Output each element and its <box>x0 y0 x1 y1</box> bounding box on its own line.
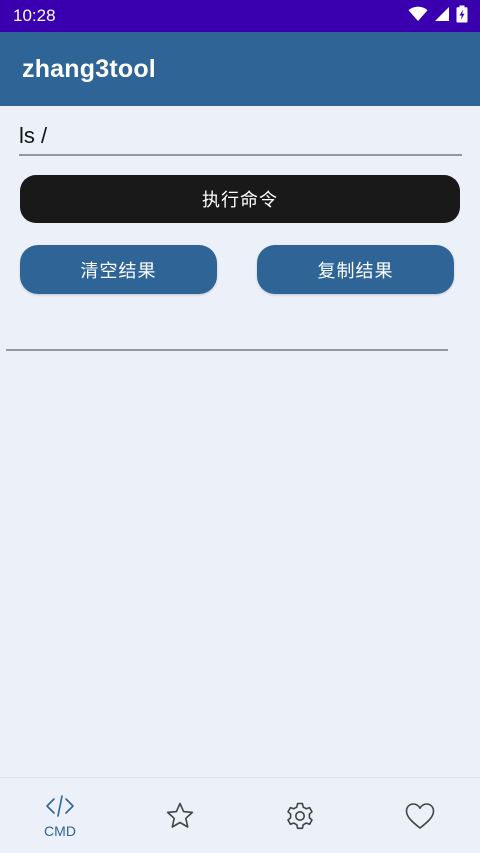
nav-item-favorites[interactable] <box>120 778 240 853</box>
status-bar: 10:28 <box>0 0 480 32</box>
star-icon <box>165 801 195 831</box>
bottom-navigation: CMD <box>0 777 480 853</box>
clear-results-button[interactable]: 清空结果 <box>20 245 217 294</box>
command-input-container <box>19 118 462 156</box>
execute-command-button[interactable]: 执行命令 <box>20 175 460 223</box>
app-bar: zhang3tool <box>0 32 480 106</box>
copy-results-button[interactable]: 复制结果 <box>257 245 454 294</box>
status-icons <box>408 5 468 27</box>
cellular-signal-icon <box>434 6 450 26</box>
nav-item-settings[interactable] <box>240 778 360 853</box>
wifi-icon <box>408 6 428 26</box>
nav-item-cmd[interactable]: CMD <box>0 778 120 853</box>
nav-item-about[interactable] <box>360 778 480 853</box>
command-input[interactable] <box>19 118 462 154</box>
battery-icon <box>456 5 468 27</box>
gear-icon <box>284 800 316 832</box>
status-time: 10:28 <box>13 6 56 25</box>
app-title: zhang3tool <box>22 54 156 83</box>
nav-label-cmd: CMD <box>44 822 76 839</box>
heart-icon <box>404 801 436 831</box>
code-icon <box>45 793 75 819</box>
result-output[interactable] <box>6 300 448 351</box>
